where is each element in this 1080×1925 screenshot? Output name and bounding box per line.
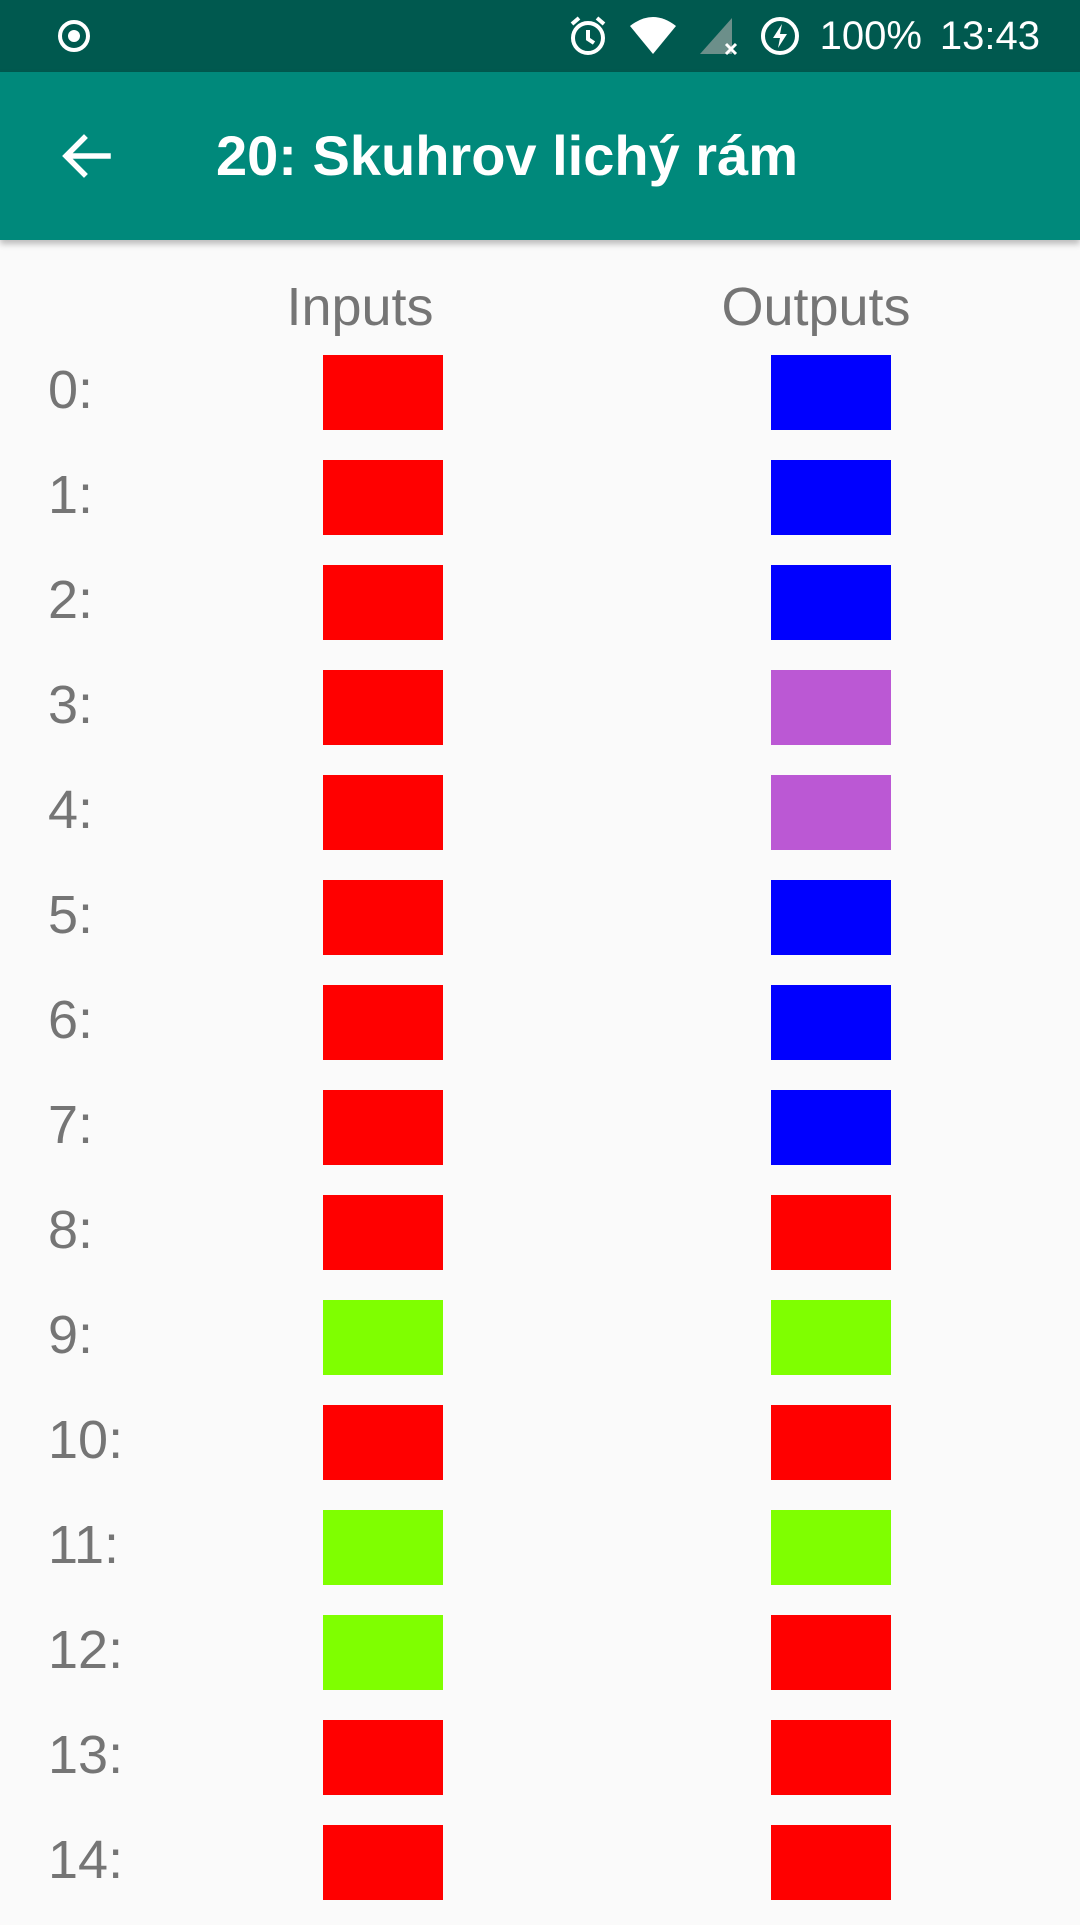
input-color-swatch [323,460,443,535]
list-item: 8: [0,1190,1080,1295]
list-item: 10: [0,1400,1080,1505]
row-index-label: 7: [48,1095,94,1155]
input-color-swatch [323,1510,443,1585]
input-color-swatch [323,1090,443,1165]
list-item: 9: [0,1295,1080,1400]
list-item: 11: [0,1505,1080,1610]
io-list: 0: 1: 2: 3: 4: 5: 6: 7: 8: 9: 10: 11: 12: 13: 14: [0,0,1080,1920]
output-color-swatch [771,985,891,1060]
row-index-label: 8: [48,1200,94,1260]
output-color-swatch [771,1195,891,1270]
list-item: 3: [0,665,1080,770]
output-color-swatch [771,1720,891,1795]
output-color-swatch [771,1300,891,1375]
input-color-swatch [323,1720,443,1795]
list-item: 12: [0,1610,1080,1715]
output-color-swatch [771,565,891,640]
row-index-label: 5: [48,885,94,945]
output-color-swatch [771,460,891,535]
output-color-swatch [771,1090,891,1165]
row-index-label: 6: [48,990,94,1050]
input-color-swatch [323,565,443,640]
input-color-swatch [323,1195,443,1270]
output-color-swatch [771,355,891,430]
output-color-swatch [771,1405,891,1480]
row-index-label: 0: [48,360,94,420]
output-color-swatch [771,1510,891,1585]
input-color-swatch [323,1300,443,1375]
list-item: 7: [0,1085,1080,1190]
output-color-swatch [771,775,891,850]
output-color-swatch [771,670,891,745]
list-item: 5: [0,875,1080,980]
row-index-label: 3: [48,675,94,735]
row-index-label: 11: [48,1515,120,1575]
input-color-swatch [323,1615,443,1690]
input-color-swatch [323,1405,443,1480]
row-index-label: 13: [48,1725,124,1785]
row-index-label: 12: [48,1620,124,1680]
list-item: 14: [0,1820,1080,1925]
input-color-swatch [323,1825,443,1900]
output-color-swatch [771,880,891,955]
row-index-label: 2: [48,570,94,630]
list-item: 4: [0,770,1080,875]
row-index-label: 1: [48,465,94,525]
row-index-label: 9: [48,1305,94,1365]
row-index-label: 10: [48,1410,124,1470]
input-color-swatch [323,355,443,430]
list-item: 2: [0,560,1080,665]
list-item: 1: [0,455,1080,560]
input-color-swatch [323,985,443,1060]
output-color-swatch [771,1615,891,1690]
list-item: 13: [0,1715,1080,1820]
input-color-swatch [323,880,443,955]
row-index-label: 14: [48,1830,124,1890]
input-color-swatch [323,775,443,850]
list-item: 6: [0,980,1080,1085]
list-item: 0: [0,350,1080,455]
output-color-swatch [771,1825,891,1900]
input-color-swatch [323,670,443,745]
row-index-label: 4: [48,780,94,840]
